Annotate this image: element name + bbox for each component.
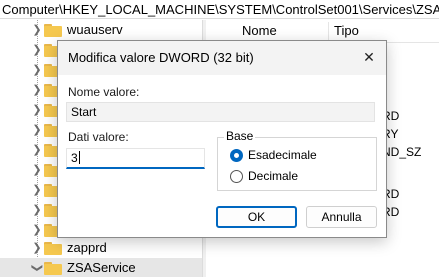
chevron-right-icon[interactable]: ❯ xyxy=(31,80,43,100)
tree-item-label: wuauserv xyxy=(67,22,123,37)
tree-item-label: zapprd xyxy=(67,240,107,255)
column-divider[interactable] xyxy=(328,22,329,40)
dialog-title: Modifica valore DWORD (32 bit) xyxy=(68,50,254,65)
base-group-label: Base xyxy=(224,129,256,143)
value-data-text: 3 xyxy=(71,151,78,165)
chevron-right-icon[interactable]: ❯ xyxy=(31,200,43,220)
chevron-right-icon[interactable]: ❯ xyxy=(31,40,43,60)
chevron-right-icon[interactable]: ❯ xyxy=(31,120,43,140)
chevron-right-icon[interactable]: ❯ xyxy=(31,220,43,240)
tree-item-zsaservice[interactable]: ❯ ZSAService xyxy=(0,258,202,277)
tree-item-label: ZSAService xyxy=(67,260,136,275)
column-header-type[interactable]: Tipo xyxy=(334,20,359,42)
radio-decimal-label[interactable]: Decimale xyxy=(248,169,298,183)
folder-icon xyxy=(44,242,62,255)
tree-item-zapprd[interactable]: ❯ zapprd xyxy=(0,238,202,258)
value-type-cell: ND_SZ xyxy=(382,145,422,159)
radio-decimal[interactable] xyxy=(230,170,243,183)
chevron-right-icon[interactable]: ❯ xyxy=(31,140,43,160)
value-name-label: Nome valore: xyxy=(68,85,140,99)
radio-hexadecimal-label[interactable]: Esadecimale xyxy=(248,148,317,162)
column-header-name[interactable]: Nome xyxy=(242,20,277,42)
value-data-label: Dati valore: xyxy=(68,130,129,144)
chevron-right-icon[interactable]: ❯ xyxy=(31,20,43,40)
radio-hexadecimal[interactable] xyxy=(230,149,243,162)
cancel-button[interactable]: Annulla xyxy=(306,206,377,228)
chevron-right-icon[interactable]: ❯ xyxy=(31,60,43,80)
chevron-right-icon[interactable]: ❯ xyxy=(31,238,43,258)
address-bar[interactable]: Computer\HKEY_LOCAL_MACHINE\SYSTEM\Contr… xyxy=(0,0,439,19)
address-path: Computer\HKEY_LOCAL_MACHINE\SYSTEM\Contr… xyxy=(2,2,439,17)
chevron-right-icon[interactable]: ❯ xyxy=(31,160,43,180)
chevron-right-icon[interactable]: ❯ xyxy=(31,180,43,200)
tree-item-wuauserv[interactable]: ❯ wuauserv xyxy=(0,20,202,40)
value-name-field: Start xyxy=(66,102,375,122)
value-name-text: Start xyxy=(71,105,97,119)
folder-icon xyxy=(44,24,62,37)
ok-button[interactable]: OK xyxy=(216,206,297,228)
close-icon[interactable]: ✕ xyxy=(360,49,378,67)
value-data-input[interactable]: 3 xyxy=(66,148,205,169)
chevron-right-icon[interactable]: ❯ xyxy=(31,100,43,120)
folder-open-icon xyxy=(44,262,62,275)
edit-dword-dialog: Modifica valore DWORD (32 bit) ✕ Nome va… xyxy=(57,40,387,238)
text-caret xyxy=(78,151,80,164)
dialog-titlebar[interactable]: Modifica valore DWORD (32 bit) ✕ xyxy=(58,41,386,75)
